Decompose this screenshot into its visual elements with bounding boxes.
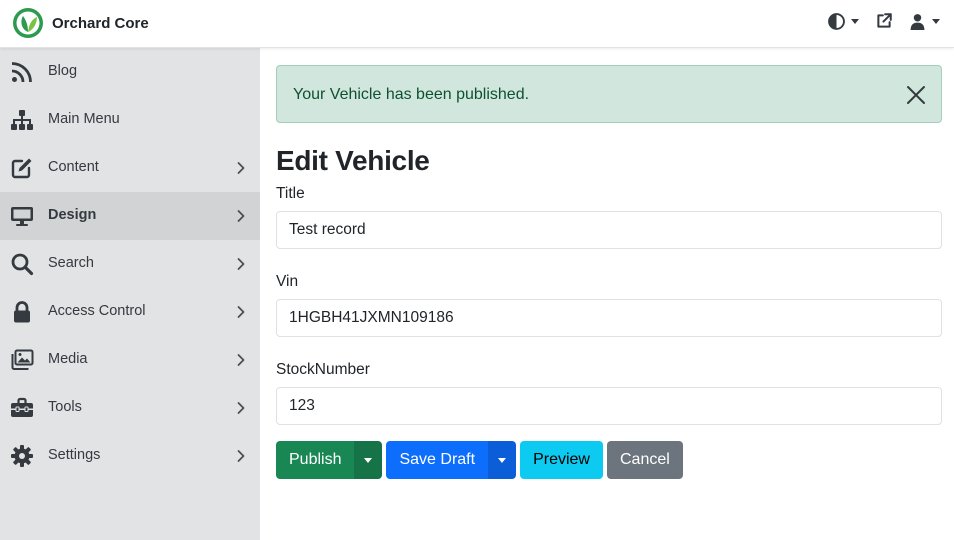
title-input[interactable]	[276, 211, 942, 249]
sidebar-item-media[interactable]: Media	[0, 336, 260, 384]
chevron-down-icon	[364, 457, 373, 463]
cancel-button[interactable]: Cancel	[606, 441, 683, 479]
sidebar: Blog Main Menu Content Design Search Acc…	[0, 48, 260, 540]
form-actions: Publish Save Draft Preview Cancel	[276, 441, 942, 479]
page-title: Edit Vehicle	[276, 145, 430, 176]
lock-icon	[14, 301, 30, 323]
save-draft-dropdown-toggle[interactable]	[488, 441, 517, 479]
sidebar-item-label: Access Control	[48, 303, 146, 319]
sidebar-item-main-menu[interactable]: Main Menu	[0, 96, 260, 144]
sidebar-item-label: Settings	[48, 447, 101, 463]
sidebar-item-label: Content	[48, 159, 99, 175]
sidebar-item-label: Media	[48, 351, 88, 367]
sidebar-item-tools[interactable]: Tools	[0, 384, 260, 432]
chevron-right-icon	[237, 210, 245, 222]
sidebar-item-search[interactable]: Search	[0, 240, 260, 288]
chevron-down-icon	[498, 457, 507, 463]
theme-contrast-icon	[828, 12, 845, 30]
top-navbar: Orchard Core	[0, 0, 954, 48]
sidebar-item-label: Blog	[48, 63, 78, 79]
stock-number-input[interactable]	[276, 387, 942, 425]
publish-dropdown-toggle[interactable]	[354, 441, 383, 479]
sidebar-item-settings[interactable]: Settings	[0, 432, 260, 480]
publish-button[interactable]: Publish	[276, 441, 355, 479]
sidebar-item-design[interactable]: Design	[0, 192, 260, 240]
save-draft-button-group: Save Draft	[386, 441, 517, 479]
sidebar-item-blog[interactable]: Blog	[0, 48, 260, 96]
chevron-right-icon	[237, 354, 245, 366]
sidebar-item-label: Main Menu	[48, 111, 120, 127]
stock-number-label: StockNumber	[276, 361, 370, 378]
chevron-down-icon	[851, 18, 859, 24]
desktop-icon	[11, 207, 33, 226]
chevron-right-icon	[237, 306, 245, 318]
sidebar-item-content[interactable]: Content	[0, 144, 260, 192]
preview-button[interactable]: Preview	[520, 441, 603, 479]
app-name: Orchard Core	[52, 14, 149, 32]
title-field-group: Title	[276, 183, 942, 249]
edit-icon	[11, 158, 32, 179]
vin-label: Vin	[276, 273, 299, 290]
alert-message: Your Vehicle has been published.	[293, 86, 530, 103]
theme-toggle-button[interactable]	[828, 12, 859, 30]
chevron-right-icon	[237, 258, 245, 270]
success-alert: Your Vehicle has been published.	[276, 65, 942, 123]
chevron-right-icon	[237, 450, 245, 462]
publish-button-group: Publish	[276, 441, 383, 479]
orchard-logo-icon	[13, 8, 43, 38]
toolbox-icon	[11, 397, 33, 417]
search-icon	[11, 253, 34, 276]
sidebar-item-label: Search	[48, 255, 94, 271]
images-icon	[11, 349, 34, 370]
vin-field-group: Vin	[276, 271, 942, 337]
sidebar-item-label: Tools	[48, 399, 82, 415]
user-icon	[910, 13, 925, 30]
sidebar-item-label: Design	[48, 207, 97, 223]
user-menu-button[interactable]	[909, 13, 940, 30]
chevron-right-icon	[237, 402, 245, 414]
brand[interactable]: Orchard Core	[12, 7, 149, 39]
chevron-down-icon	[932, 18, 940, 24]
chevron-right-icon	[237, 162, 245, 174]
save-draft-button[interactable]: Save Draft	[386, 441, 489, 479]
sidebar-item-access-control[interactable]: Access Control	[0, 288, 260, 336]
external-link-icon	[877, 13, 892, 28]
gear-icon	[11, 445, 33, 467]
close-icon[interactable]	[905, 84, 927, 106]
sitemap-icon	[11, 110, 33, 130]
visit-site-button[interactable]	[875, 12, 893, 30]
stock-number-field-group: StockNumber	[276, 359, 942, 425]
main-content: Your Vehicle has been published. Edit Ve…	[276, 65, 942, 479]
rss-icon	[11, 62, 32, 83]
title-label: Title	[276, 185, 305, 202]
vin-input[interactable]	[276, 299, 942, 337]
